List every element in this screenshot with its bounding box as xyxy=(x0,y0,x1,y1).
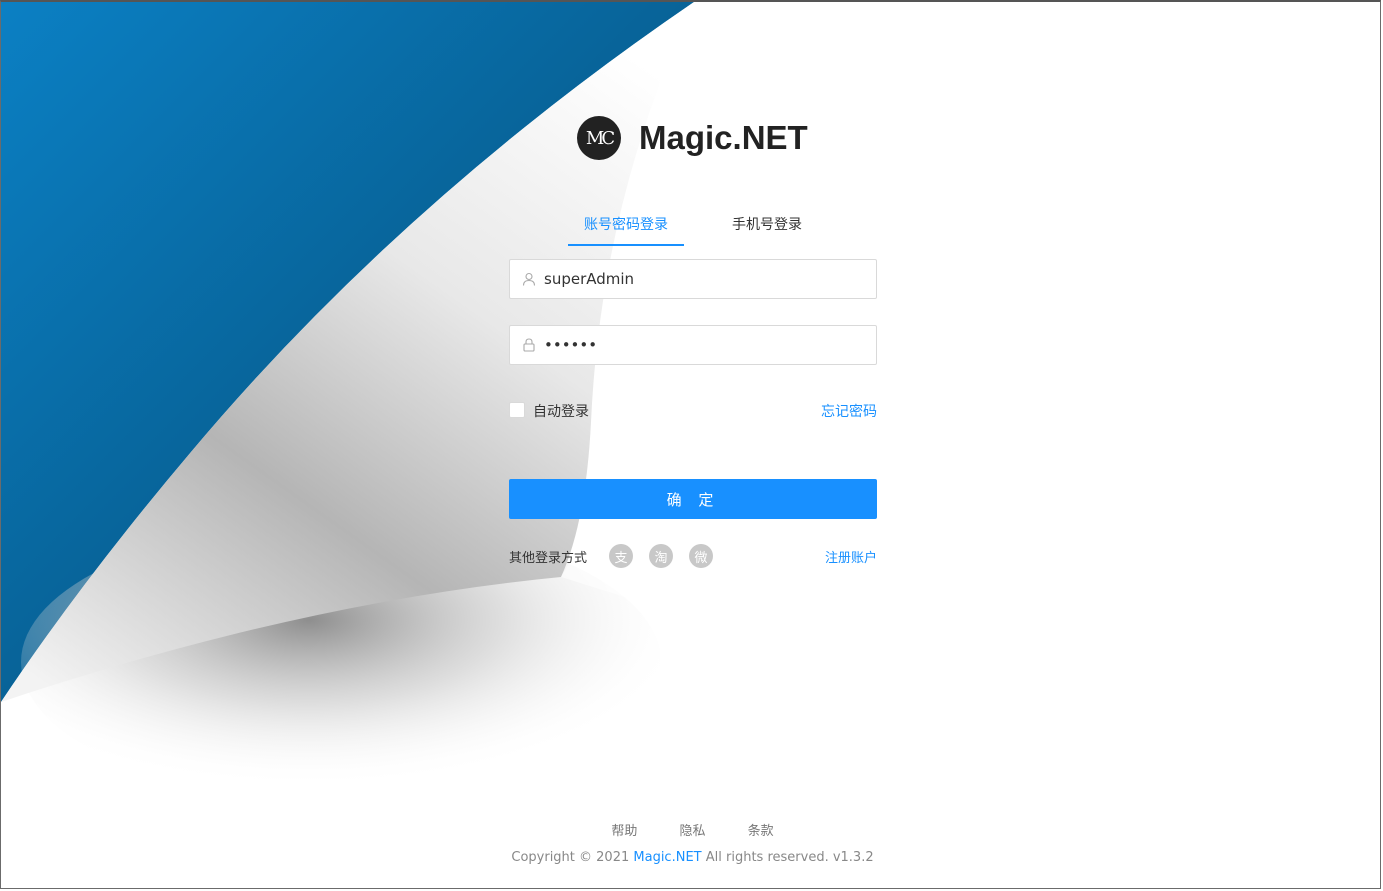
tab-phone[interactable]: 手机号登录 xyxy=(716,208,818,246)
taobao-icon[interactable]: 淘 xyxy=(649,544,673,568)
other-login-label: 其他登录方式 xyxy=(509,551,588,566)
register-link[interactable]: 注册账户 xyxy=(825,547,877,566)
copyright-prefix: Copyright © 2021 xyxy=(511,850,630,865)
password-input[interactable] xyxy=(542,335,856,355)
footer-links: 帮助 隐私 条款 xyxy=(1,820,1380,839)
alipay-icon[interactable]: 支 xyxy=(609,544,633,568)
login-tabs: 账号密码登录 手机号登录 xyxy=(568,208,818,246)
options-row: 自动登录 忘记密码 xyxy=(509,401,877,421)
footer-link-terms[interactable]: 条款 xyxy=(748,824,774,839)
login-page: MC Magic.NET 账号密码登录 手机号登录 自动登录 忘记密码 xyxy=(0,0,1381,889)
tab-account-password[interactable]: 账号密码登录 xyxy=(568,208,684,246)
copyright: Copyright © 2021 Magic.NET All rights re… xyxy=(1,850,1380,865)
username-field[interactable] xyxy=(509,259,877,299)
footer-link-privacy[interactable]: 隐私 xyxy=(679,824,705,839)
auto-login-label[interactable]: 自动登录 xyxy=(533,401,589,421)
password-field[interactable] xyxy=(509,325,877,365)
auto-login-checkbox[interactable] xyxy=(509,402,525,418)
lock-icon xyxy=(523,338,535,352)
weibo-icon[interactable]: 微 xyxy=(689,544,713,568)
brand-name: Magic.NET xyxy=(639,119,808,156)
footer-link-help[interactable]: 帮助 xyxy=(611,824,637,839)
username-input[interactable] xyxy=(542,269,856,289)
submit-button[interactable]: 确 定 xyxy=(509,479,877,519)
copyright-brand-link[interactable]: Magic.NET xyxy=(633,850,701,865)
logo: MC xyxy=(577,116,621,160)
other-login-row: 其他登录方式 支 淘 微 注册账户 xyxy=(509,544,877,570)
user-icon xyxy=(522,272,536,286)
brand-header: MC Magic.NET xyxy=(577,116,808,160)
forgot-password-link[interactable]: 忘记密码 xyxy=(821,401,877,421)
copyright-suffix: All rights reserved. v1.3.2 xyxy=(705,850,874,865)
